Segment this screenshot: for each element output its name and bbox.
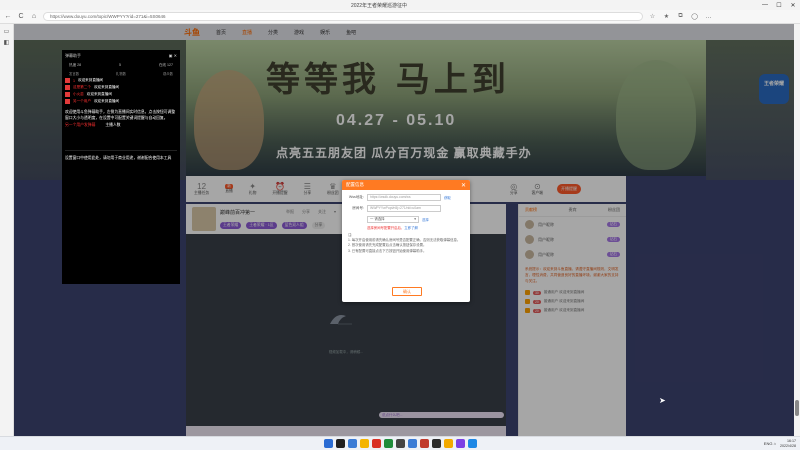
tray-icons[interactable]: ENG ⌂ bbox=[764, 441, 776, 446]
close-icon[interactable]: ✕ bbox=[461, 182, 466, 189]
clock[interactable]: 16:17 2022/4/28 bbox=[780, 439, 796, 448]
panel-bottom-note: 设置窗口中使用此处，请勿用于商业用途，谢谢配合使用本工具 bbox=[65, 156, 172, 160]
mouse-cursor-icon: ➤ bbox=[659, 396, 666, 405]
panel-stats: 热度 28 5 在线 127 bbox=[65, 63, 177, 68]
note-line: 3. 已有配置可直接点击下方按钮开始使用弹幕助手。 bbox=[348, 248, 427, 253]
fetch-link[interactable]: 获取 bbox=[444, 195, 451, 200]
stat-mid: 5 bbox=[119, 63, 121, 67]
taskbar-app-icon[interactable] bbox=[455, 439, 465, 448]
danmu-assistant-panel[interactable]: 弹幕助手 ▣ ✕ 热度 28 5 在线 127 发言数 礼物数 观众数 1 欢迎来… bbox=[62, 50, 180, 284]
taskbar-app-icon[interactable] bbox=[347, 439, 357, 448]
reload-icon[interactable]: C bbox=[17, 13, 25, 20]
profile-icon[interactable]: ◯ bbox=[690, 13, 699, 20]
panel-description: 欢迎使用斗鱼弹幕助手，左侧为直播间实时信息，点击按钮可调整窗口大小与透明度，在设… bbox=[65, 110, 176, 120]
home-icon[interactable]: ⌂ bbox=[30, 13, 38, 20]
user-icon bbox=[65, 99, 70, 104]
user-icon bbox=[65, 92, 70, 97]
window-title: 2022年王者荣耀巡游征中 bbox=[350, 2, 408, 9]
warning-message: 选择房间号配置开启后， bbox=[367, 226, 405, 230]
divider bbox=[65, 150, 177, 151]
column-header: 礼物数 bbox=[115, 72, 127, 76]
panel-footer: 另一个用户发弹幕 主播人数 bbox=[65, 123, 177, 128]
taskbar-app-icon[interactable] bbox=[443, 439, 453, 448]
window-titlebar: 2022年王者荣耀巡游征中 — ☐ ✕ bbox=[0, 0, 800, 10]
footer-text: 主播人数 bbox=[105, 123, 121, 127]
room-input[interactable]: WWPYYwPopt/n5j=271/rid=u0am bbox=[367, 205, 441, 212]
select-row: 一 请选择 ▾ 选择 bbox=[342, 216, 470, 223]
user-icon bbox=[65, 85, 70, 90]
list-item: 另一个用户 欢迎来到直播间 bbox=[65, 99, 177, 104]
option-select[interactable]: 一 请选择 ▾ bbox=[367, 216, 419, 223]
dialog-notes: 注: 1. 每次开启使用前请先确认房间号是否配置正确，否则无法获取弹幕信息。 2… bbox=[342, 233, 470, 254]
stat-online: 在线 127 bbox=[158, 63, 173, 67]
danmu-list: 1 欢迎来到直播间 这是第二个 欢迎来到直播间 小火苗 欢迎来到直播间 另一个用户 欢迎… bbox=[65, 78, 177, 104]
user-name: 另一个用户 bbox=[73, 99, 91, 103]
chevron-down-icon: ▾ bbox=[414, 217, 416, 221]
taskbar-app-icon[interactable] bbox=[467, 439, 477, 448]
close-window-button[interactable]: ✕ bbox=[786, 2, 800, 9]
collections-icon[interactable]: ⧉ bbox=[676, 13, 685, 20]
panel-header: 弹幕助手 ▣ ✕ bbox=[65, 53, 177, 59]
message-text: 欢迎来到直播间 bbox=[78, 78, 104, 82]
list-item: 这是第二个 欢迎来到直播间 bbox=[65, 85, 177, 90]
browser-toolbar: ← C ⌂ https://www.douyu.com/topic/WWPYY?… bbox=[0, 10, 800, 24]
select-value: 一 请选择 bbox=[370, 217, 385, 221]
list-item: 小火苗 欢迎来到直播间 bbox=[65, 92, 177, 97]
learn-more-link[interactable]: 立即了解 bbox=[404, 226, 418, 230]
panel-title: 弹幕助手 bbox=[65, 53, 81, 58]
taskbar-app-icon[interactable] bbox=[335, 439, 345, 448]
taskbar-app-icon[interactable] bbox=[431, 439, 441, 448]
taskbar-app-icon[interactable] bbox=[371, 439, 381, 448]
favorites-icon[interactable]: ★ bbox=[662, 13, 671, 20]
windows-taskbar: ENG ⌂ 16:17 2022/4/28 bbox=[0, 436, 800, 450]
tab-icon[interactable]: ◧ bbox=[0, 39, 13, 46]
user-name: 小火苗 bbox=[73, 92, 84, 96]
browser-side-rail: ▭ ◧ bbox=[0, 24, 14, 436]
scroll-thumb[interactable] bbox=[795, 400, 799, 416]
system-tray: ENG ⌂ 16:17 2022/4/28 bbox=[764, 439, 796, 448]
stat-hot: 热度 28 bbox=[69, 63, 82, 67]
dialog-header: 配置信息 ✕ bbox=[342, 180, 470, 190]
wss-input[interactable]: https://wsdk.douyu.com/ws bbox=[367, 194, 441, 201]
panel-controls[interactable]: ▣ ✕ bbox=[169, 53, 177, 59]
dialog-title: 配置信息 bbox=[346, 182, 364, 187]
message-text: 欢迎来到直播间 bbox=[93, 85, 120, 89]
message-text: 欢迎来到直播间 bbox=[93, 99, 120, 103]
field-label: Wss地址: bbox=[348, 195, 364, 199]
clock-date: 2022/4/28 bbox=[780, 443, 796, 448]
address-bar[interactable]: https://www.douyu.com/topic/WWPYY?rid=27… bbox=[43, 12, 643, 21]
taskbar-app-icon[interactable] bbox=[383, 439, 393, 448]
wss-row: Wss地址: https://wsdk.douyu.com/ws 获取 bbox=[342, 194, 470, 201]
warning-text: 选择房间号配置开启后，立即了解 bbox=[363, 225, 470, 230]
select-link[interactable]: 选择 bbox=[422, 217, 429, 222]
list-item: 1 欢迎来到直播间 bbox=[65, 78, 177, 83]
extensions-icon[interactable]: ☆ bbox=[648, 13, 657, 20]
confirm-button[interactable]: 确认 bbox=[392, 287, 422, 296]
field-label: 房间号: bbox=[352, 206, 364, 210]
taskbar-apps bbox=[323, 439, 477, 448]
config-dialog: 配置信息 ✕ Wss地址: https://wsdk.douyu.com/ws … bbox=[342, 180, 470, 302]
column-header: 发言数 bbox=[69, 72, 80, 76]
footer-red-text: 另一个用户发弹幕 bbox=[65, 123, 96, 127]
user-name: 这是第二个 bbox=[73, 85, 91, 89]
menu-icon[interactable]: … bbox=[704, 14, 713, 20]
web-page: 斗鱼 首页 直播 分类 游戏 娱乐 鱼吧 等等我 马上到 04.27 - 05.… bbox=[14, 24, 800, 436]
taskbar-app-icon[interactable] bbox=[395, 439, 405, 448]
user-name: 1 bbox=[73, 78, 75, 83]
page-scrollbar[interactable] bbox=[794, 24, 800, 436]
taskbar-app-icon[interactable] bbox=[407, 439, 417, 448]
sidebar-toggle-icon[interactable]: ▭ bbox=[0, 28, 13, 35]
user-icon bbox=[65, 78, 70, 83]
column-header: 观众数 bbox=[162, 72, 173, 76]
minimize-button[interactable]: — bbox=[758, 2, 772, 8]
start-icon[interactable] bbox=[323, 439, 333, 448]
taskbar-app-icon[interactable] bbox=[419, 439, 429, 448]
message-text: 欢迎来到直播间 bbox=[86, 92, 112, 96]
maximize-button[interactable]: ☐ bbox=[772, 2, 786, 9]
room-row: 房间号: WWPYYwPopt/n5j=271/rid=u0am bbox=[342, 205, 470, 212]
taskbar-app-icon[interactable] bbox=[359, 439, 369, 448]
panel-columns: 发言数 礼物数 观众数 bbox=[65, 71, 177, 76]
back-icon[interactable]: ← bbox=[4, 13, 12, 20]
